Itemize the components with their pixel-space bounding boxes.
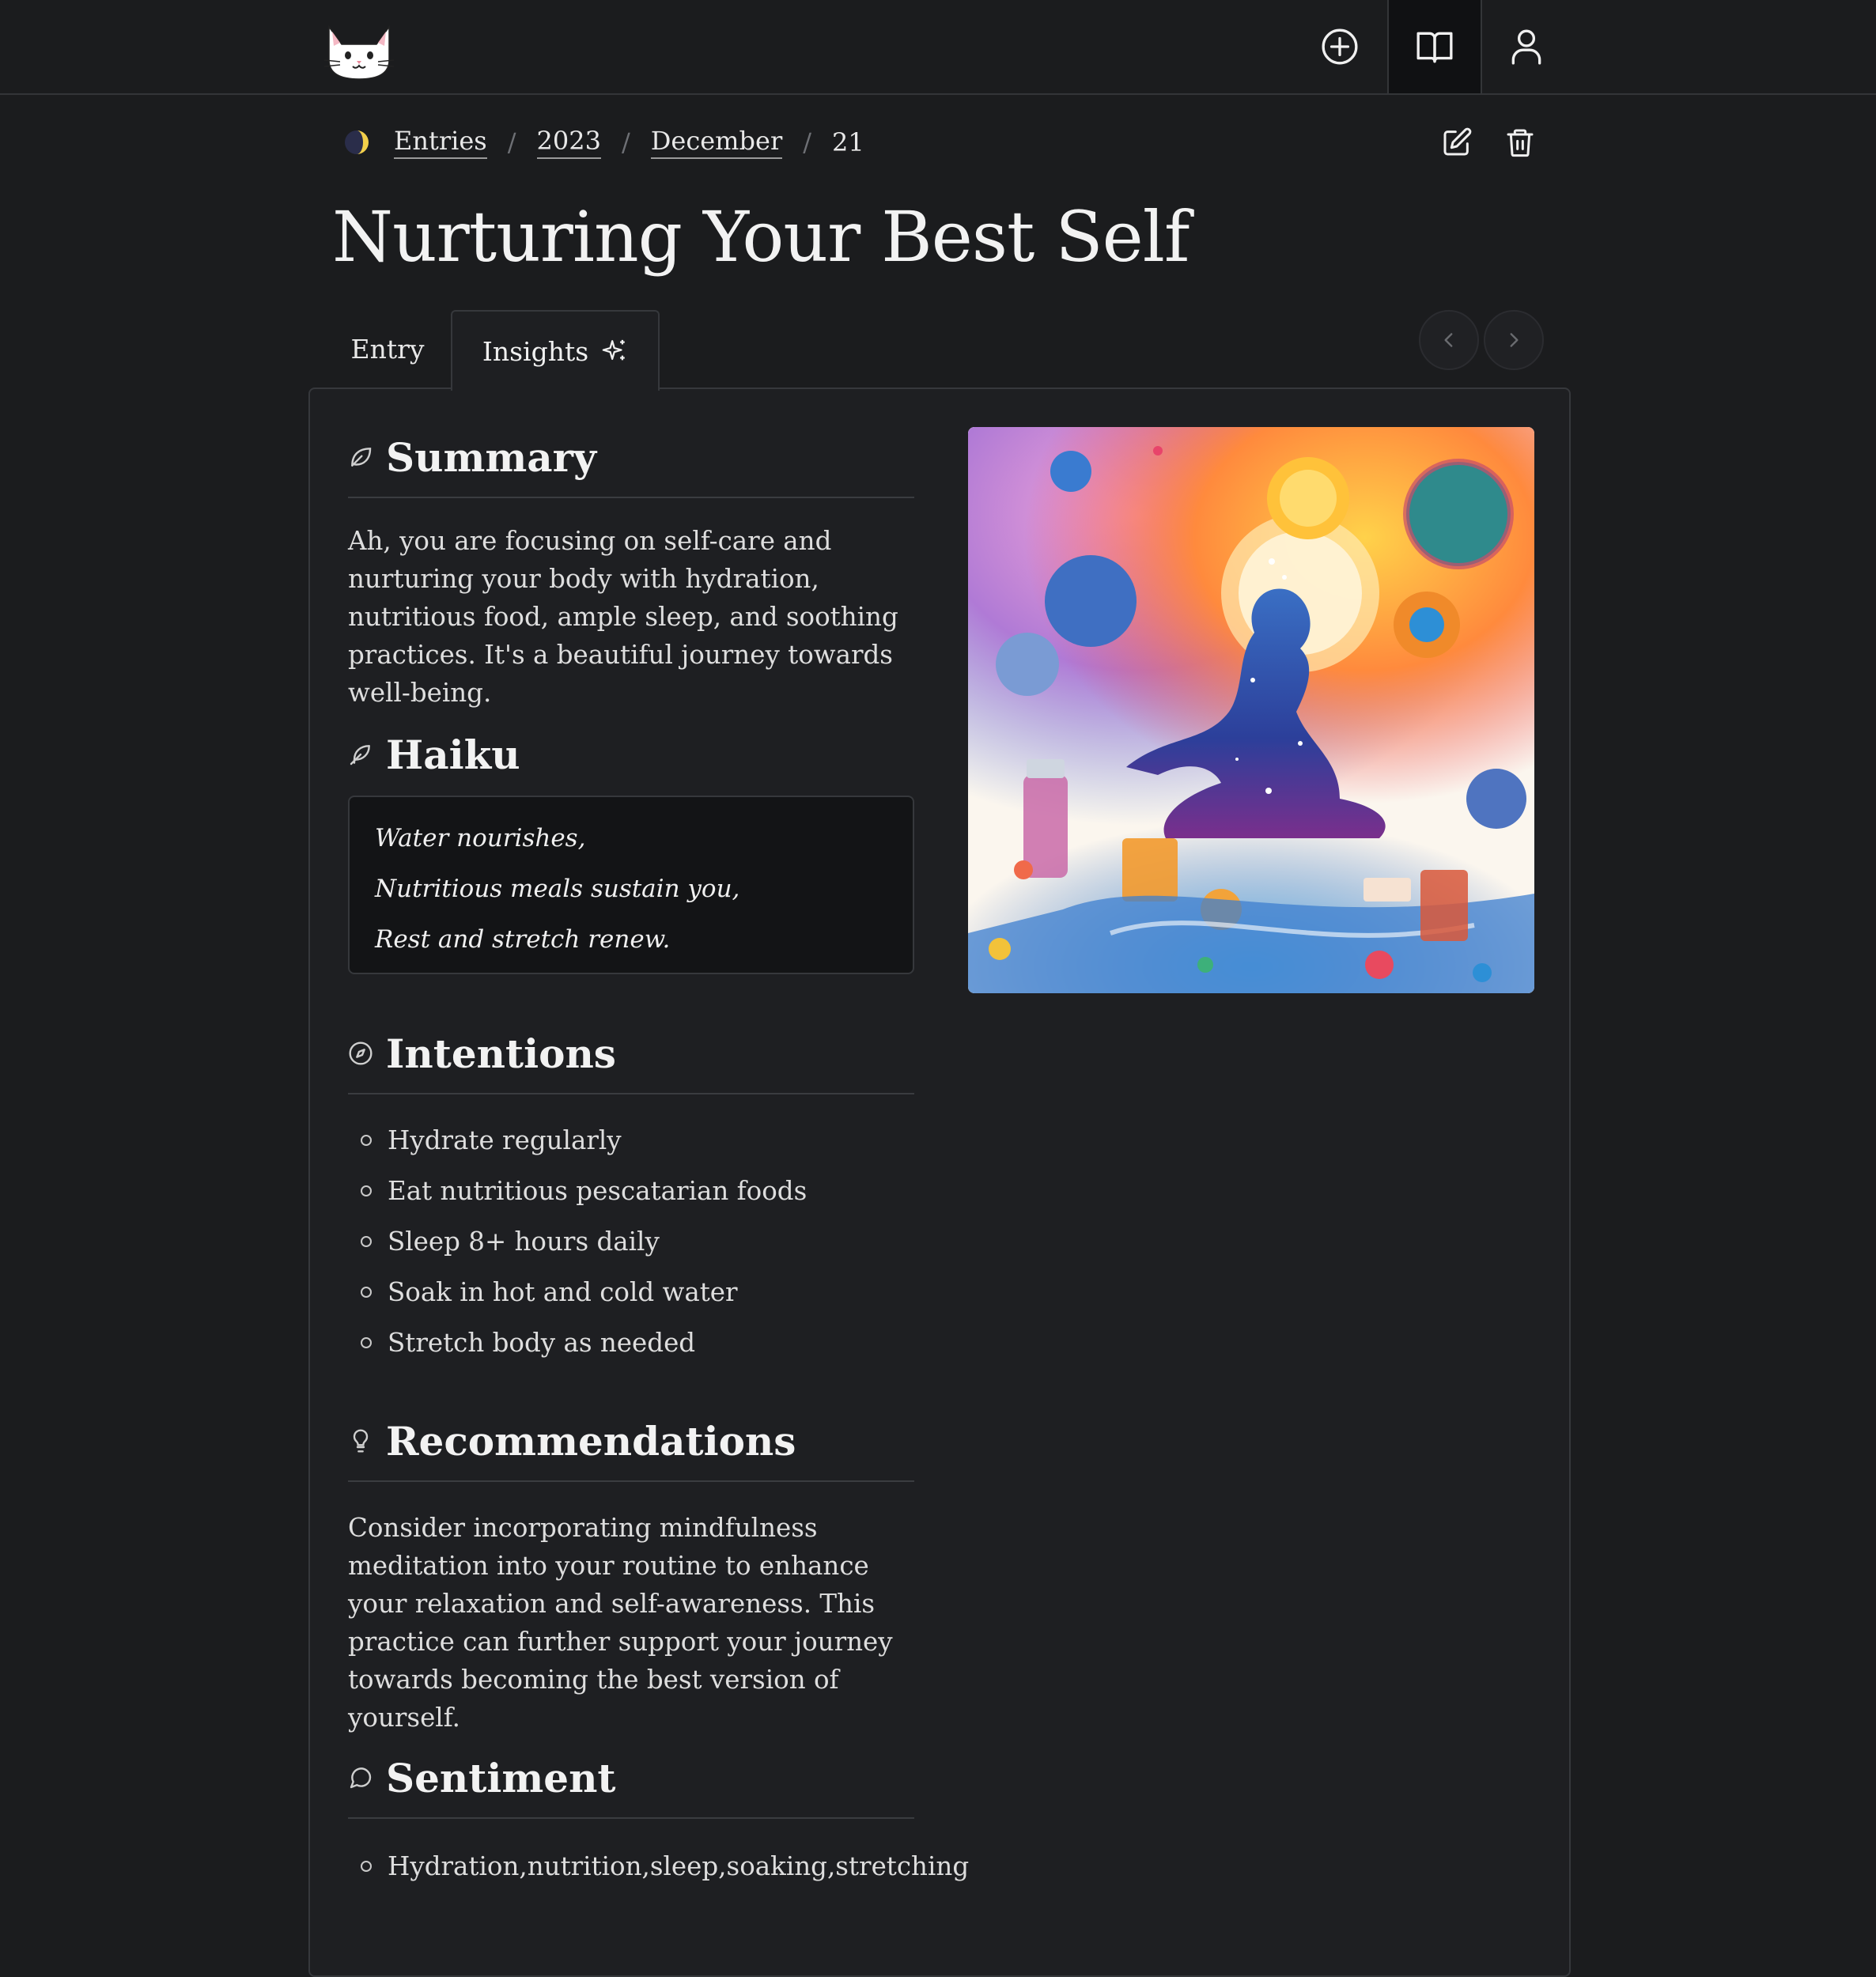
bullet-icon — [361, 1185, 372, 1196]
haiku-line: Water nourishes, — [375, 824, 586, 852]
bullet-icon — [361, 1135, 372, 1146]
intentions-header: Intentions — [348, 1014, 914, 1094]
page-title: Nurturing Your Best Self — [332, 196, 1190, 278]
book-open-icon — [1416, 32, 1453, 63]
list-item: Soak in hot and cold water — [348, 1267, 949, 1317]
haiku-box: Water nourishes, Nutritious meals sustai… — [348, 796, 914, 974]
haiku-header: Haiku — [348, 715, 914, 794]
intentions-list: Hydrate regularly Eat nutritious pescata… — [348, 1115, 949, 1368]
summary-header: Summary — [348, 418, 914, 498]
sparkles-icon — [602, 339, 625, 361]
new-entry-button[interactable] — [1294, 0, 1386, 93]
breadcrumb-entries[interactable]: Entries — [394, 126, 487, 159]
journal-button[interactable] — [1387, 0, 1482, 93]
breadcrumb-year[interactable]: 2023 — [536, 126, 601, 159]
recommendations-header: Recommendations — [348, 1401, 914, 1482]
intention-text: Sleep 8+ hours daily — [388, 1227, 660, 1257]
bullet-icon — [361, 1287, 372, 1298]
edit-icon — [1443, 127, 1472, 156]
message-circle-icon — [350, 1767, 372, 1789]
list-item: Eat nutritious pescatarian foods — [348, 1166, 949, 1216]
intention-text: Stretch body as needed — [388, 1328, 696, 1358]
sentiment-heading: Sentiment — [386, 1754, 616, 1801]
previous-entry-button[interactable] — [1419, 310, 1479, 370]
leaf-icon — [351, 448, 372, 467]
compass-icon — [349, 1041, 373, 1065]
top-nav — [0, 0, 1876, 95]
insight-illustration[interactable] — [968, 427, 1534, 993]
breadcrumb-day: 21 — [832, 127, 864, 157]
intention-text: Hydrate regularly — [388, 1125, 622, 1155]
sentiment-list: Hydration,nutrition,sleep,soaking,stretc… — [348, 1841, 969, 1892]
recommendations-text: Consider incorporating mindfulness medit… — [348, 1513, 893, 1733]
sentiment-header: Sentiment — [348, 1738, 914, 1819]
breadcrumb-separator: / — [621, 127, 630, 157]
moon-phase-icon — [345, 130, 369, 154]
trash-icon — [1507, 129, 1534, 157]
haiku-line: Rest and stretch renew. — [375, 925, 671, 954]
intention-text: Eat nutritious pescatarian foods — [388, 1176, 808, 1206]
breadcrumb-month[interactable]: December — [650, 126, 783, 159]
haiku-heading: Haiku — [386, 731, 520, 778]
chevron-left-icon — [1444, 333, 1453, 347]
intention-text: Soak in hot and cold water — [388, 1277, 738, 1307]
edit-entry-button[interactable] — [1438, 123, 1476, 161]
user-icon — [1511, 29, 1541, 65]
list-item: Sleep 8+ hours daily — [348, 1216, 949, 1267]
breadcrumb-separator: / — [803, 127, 812, 157]
tab-label: Entry — [350, 333, 425, 365]
summary-text: Ah, you are focusing on self-care and nu… — [348, 526, 898, 708]
lightbulb-icon — [353, 1429, 369, 1453]
sentiment-text: Hydration,nutrition,sleep,soaking,stretc… — [388, 1851, 970, 1881]
delete-entry-button[interactable] — [1501, 123, 1539, 161]
list-item: Hydrate regularly — [348, 1115, 949, 1166]
breadcrumb-separator: / — [507, 127, 516, 157]
haiku-line: Nutritious meals sustain you, — [375, 875, 740, 903]
bullet-icon — [361, 1337, 372, 1348]
intentions-heading: Intentions — [386, 1030, 616, 1077]
tab-label: Insights — [482, 335, 589, 367]
watercolor-meditation-illustration — [968, 427, 1534, 993]
list-item: Hydration,nutrition,sleep,soaking,stretc… — [348, 1841, 969, 1892]
tab-insights[interactable]: Insights — [451, 310, 660, 391]
bullet-icon — [361, 1236, 372, 1247]
feather-icon — [350, 745, 370, 765]
plus-circle-icon — [1322, 28, 1358, 65]
account-button[interactable] — [1481, 0, 1572, 93]
summary-heading: Summary — [386, 433, 597, 481]
breadcrumb: Entries / 2023 / December / 21 — [343, 120, 864, 164]
chevron-right-icon — [1510, 333, 1519, 347]
bullet-icon — [361, 1861, 372, 1872]
recommendations-heading: Recommendations — [386, 1417, 796, 1465]
next-entry-button[interactable] — [1484, 310, 1544, 370]
list-item: Stretch body as needed — [348, 1317, 949, 1368]
insights-panel: Summary Ah, you are focusing on self-car… — [308, 387, 1571, 1977]
cat-icon[interactable] — [321, 11, 397, 82]
tab-entry[interactable]: Entry — [326, 310, 449, 387]
